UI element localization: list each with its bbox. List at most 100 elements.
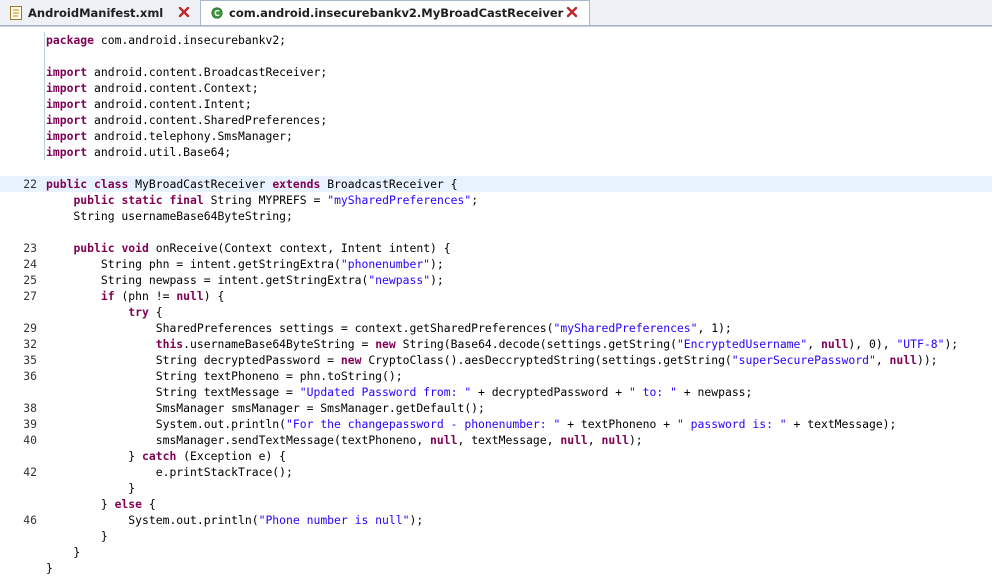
keyword-token: public [73, 193, 115, 207]
code-area[interactable]: package com.android.insecurebankv2; impor… [0, 32, 992, 576]
code-line[interactable]: 38 SmsManager smsManager = SmsManager.ge… [0, 400, 992, 416]
code-text: public void onReceive(Context context, I… [46, 240, 451, 256]
close-tab-icon[interactable] [566, 6, 578, 18]
code-token: smsManager.sendTextMessage(textPhoneno, [46, 433, 431, 447]
code-line[interactable]: package com.android.insecurebankv2; [0, 32, 992, 48]
keyword-token: class [94, 177, 129, 191]
code-text: if (phn != null) { [46, 288, 224, 304]
keyword-token: package [46, 33, 95, 47]
code-token: android.content.BroadcastReceiver; [87, 65, 328, 79]
code-line[interactable] [0, 48, 992, 64]
code-line[interactable] [0, 224, 992, 240]
code-token: , [587, 433, 602, 447]
code-line[interactable]: public static final String MYPREFS = "my… [0, 192, 992, 208]
code-token: ); [628, 433, 643, 447]
code-token: System.out.println( [46, 417, 287, 431]
code-editor[interactable]: package com.android.insecurebankv2; impor… [0, 26, 992, 587]
code-line[interactable]: 39 System.out.println("For the changepas… [0, 416, 992, 432]
code-text: import android.content.Intent; [46, 96, 252, 112]
code-token: , 1); [697, 321, 732, 335]
code-line[interactable]: 42 e.printStackTrace(); [0, 464, 992, 480]
svg-text:C: C [214, 9, 220, 18]
code-text: } else { [46, 496, 156, 512]
keyword-token: null [176, 289, 204, 303]
code-line[interactable]: } catch (Exception e) { [0, 448, 992, 464]
code-line[interactable] [0, 160, 992, 176]
code-line[interactable]: 29 SharedPreferences settings = context.… [0, 320, 992, 336]
code-token: android.content.Intent; [87, 97, 252, 111]
line-number: 46 [23, 513, 37, 527]
code-token: com.android.insecurebankv2; [94, 33, 287, 47]
code-token: String decryptedPassword = [46, 353, 341, 367]
code-line[interactable]: } [0, 528, 992, 544]
code-token: + newpass; [676, 385, 753, 399]
keyword-token: else [114, 497, 143, 511]
code-line[interactable]: 36 String textPhoneno = phn.toString(); [0, 368, 992, 384]
code-token: String(Base64.decode(settings.getString( [395, 337, 677, 351]
code-line[interactable]: } [0, 480, 992, 496]
code-line[interactable]: import android.content.BroadcastReceiver… [0, 64, 992, 80]
code-token: .usernameBase64ByteString = [183, 337, 376, 351]
code-token: System.out.println( [46, 513, 259, 527]
code-token: ); [944, 337, 959, 351]
code-text: package com.android.insecurebankv2; [46, 32, 286, 48]
tab-android-manifest[interactable]: AndroidManifest.xml [0, 1, 198, 24]
code-line[interactable]: String textMessage = "Updated Password f… [0, 384, 992, 400]
code-text: String textPhoneno = phn.toString(); [46, 368, 403, 384]
keyword-token: void [121, 241, 149, 255]
code-line[interactable]: import android.content.SharedPreferences… [0, 112, 992, 128]
code-line[interactable]: import android.telephony.SmsManager; [0, 128, 992, 144]
code-line[interactable]: 40 smsManager.sendTextMessage(textPhonen… [0, 432, 992, 448]
code-token: android.util.Base64; [87, 145, 232, 159]
code-line[interactable]: import android.content.Intent; [0, 96, 992, 112]
keyword-token: import [46, 129, 88, 143]
code-line[interactable]: String usernameBase64ByteString; [0, 208, 992, 224]
code-token: } [46, 481, 136, 495]
code-text: String newpass = intent.getStringExtra("… [46, 272, 444, 288]
code-token: } [46, 561, 53, 575]
code-line[interactable]: 46 System.out.println("Phone number is n… [0, 512, 992, 528]
code-line[interactable]: import android.content.Context; [0, 80, 992, 96]
code-line[interactable]: 32 this.usernameBase64ByteString = new S… [0, 336, 992, 352]
keyword-token: import [46, 65, 88, 79]
code-line[interactable]: } else { [0, 496, 992, 512]
line-number: 25 [23, 273, 37, 287]
code-token: android.content.SharedPreferences; [87, 113, 328, 127]
code-line[interactable]: } [0, 560, 992, 576]
code-text: } [46, 544, 80, 560]
editor-tab-bar: AndroidManifest.xml C com.android.insecu… [0, 0, 992, 26]
code-token: )); [916, 353, 938, 367]
code-line[interactable]: 35 String decryptedPassword = new Crypto… [0, 352, 992, 368]
close-tab-icon[interactable] [178, 6, 190, 18]
code-line[interactable]: 22 public class MyBroadCastReceiver exten… [0, 176, 992, 192]
code-token: , [875, 353, 890, 367]
code-token: + textPhoneno + [560, 417, 677, 431]
code-line[interactable]: } [0, 544, 992, 560]
code-line[interactable]: 23 public void onReceive(Context context… [0, 240, 992, 256]
code-token: String textMessage = [46, 385, 300, 399]
code-token: ); [430, 273, 444, 287]
code-token: onReceive(Context context, Intent intent… [148, 241, 451, 255]
line-number: 22 [23, 177, 37, 191]
code-token: ) { [203, 289, 225, 303]
keyword-token: null [820, 337, 849, 351]
code-line[interactable]: 24 String phn = intent.getStringExtra("p… [0, 256, 992, 272]
code-line[interactable]: import android.util.Base64; [0, 144, 992, 160]
code-token: android.content.Context; [87, 81, 259, 95]
code-line[interactable]: 25 String newpass = intent.getStringExtr… [0, 272, 992, 288]
string-token: " password is: " [676, 417, 787, 431]
code-line[interactable]: 27 if (phn != null) { [0, 288, 992, 304]
code-text: } [46, 560, 53, 576]
code-token: String MYPREFS = [203, 193, 328, 207]
keyword-token: public [46, 177, 88, 191]
code-token: String newpass = intent.getStringExtra( [46, 273, 369, 287]
line-number: 29 [23, 321, 37, 335]
code-line[interactable]: try { [0, 304, 992, 320]
keyword-token: import [46, 145, 88, 159]
code-token: } [46, 449, 143, 463]
tab-my-broadcast-receiver[interactable]: C com.android.insecurebankv2.MyBroadCast… [200, 0, 590, 25]
code-text: public static final String MYPREFS = "my… [46, 192, 478, 208]
code-token: String phn = intent.getStringExtra( [46, 257, 341, 271]
string-token: "newpass" [368, 273, 431, 287]
code-token: android.telephony.SmsManager; [87, 129, 293, 143]
